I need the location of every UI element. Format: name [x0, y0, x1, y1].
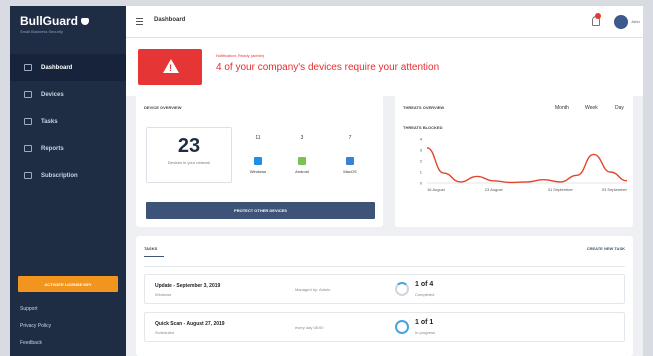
apple-icon	[346, 157, 354, 165]
series-line	[426, 147, 628, 184]
privacy-policy-link[interactable]: Privacy Policy	[20, 323, 51, 340]
os-windows[interactable]: 11 Windows	[240, 135, 276, 174]
x-tick-label: 16 August	[427, 187, 446, 192]
feedback-link[interactable]: Feedback	[20, 340, 51, 356]
os-count: 3	[300, 135, 304, 141]
card-title: DEVICE OVERVIEW	[144, 105, 182, 110]
sidebar-item-label: Tasks	[41, 118, 58, 125]
sidebar-item-tasks[interactable]: Tasks	[10, 108, 126, 135]
os-name: MacOS	[343, 169, 357, 174]
android-icon	[298, 157, 306, 165]
task-owner: Managed by: Admin	[295, 287, 331, 292]
reports-icon	[24, 145, 32, 152]
tasks-card: TASKS CREATE NEW TASK Update - September…	[136, 236, 633, 356]
tab-underline	[144, 256, 164, 257]
activate-license-button[interactable]: ACTIVATE LICENSE KEY	[18, 276, 118, 292]
table-row[interactable]: Quick Scan - August 27, 2019 Scheduled e…	[144, 312, 625, 342]
os-count: 11	[255, 135, 261, 141]
notification-badge	[595, 13, 601, 19]
table-row[interactable]: Update - September 3, 2019 Windows Manag…	[144, 274, 625, 304]
task-name: Update - September 3, 2019	[155, 283, 221, 289]
create-task-link[interactable]: CREATE NEW TASK	[587, 246, 625, 251]
sidebar-item-label: Reports	[41, 145, 64, 152]
menu-icon[interactable]	[136, 18, 143, 27]
avatar[interactable]	[614, 15, 628, 29]
dashboard-icon	[24, 64, 32, 71]
task-status: Completed	[415, 292, 435, 297]
y-tick-label: 0	[420, 181, 423, 186]
y-tick-label: 1	[420, 170, 423, 175]
sidebar: BullGuard Small Business Security Dashbo…	[10, 6, 126, 356]
sidebar-item-subscription[interactable]: Subscription	[10, 162, 126, 189]
topbar: Dashboard John	[126, 6, 643, 38]
brand-name: BullGuard	[20, 14, 79, 28]
user-name[interactable]: John	[631, 19, 640, 24]
sidebar-item-label: Subscription	[41, 172, 78, 179]
logo: BullGuard Small Business Security	[10, 6, 126, 42]
task-count: 1 of 4	[415, 281, 434, 288]
subscription-icon	[24, 172, 32, 179]
task-owner: every day 08:00	[295, 325, 324, 330]
sidebar-footer: Support Privacy Policy Feedback	[20, 306, 51, 356]
os-macos[interactable]: 7 MacOS	[332, 135, 368, 174]
task-type: Windows	[155, 292, 172, 297]
sidebar-item-label: Dashboard	[41, 64, 73, 71]
sidebar-item-dashboard[interactable]: Dashboard	[10, 54, 126, 81]
page-title: Dashboard	[154, 17, 186, 23]
tab-tasks[interactable]: TASKS	[144, 246, 157, 251]
device-overview-card: DEVICE OVERVIEW 23 Devices in your netwo…	[136, 95, 383, 227]
device-total-label: Devices in your network	[167, 160, 211, 165]
bull-icon	[81, 18, 90, 26]
divider	[144, 266, 625, 267]
task-type: Scheduled	[155, 330, 174, 335]
task-count: 1 of 1	[415, 319, 434, 326]
sidebar-item-devices[interactable]: Devices	[10, 81, 126, 108]
os-android[interactable]: 3 Android	[284, 135, 320, 174]
y-tick-label: 3	[420, 148, 423, 153]
tasks-icon	[24, 118, 32, 125]
threats-chart: 4 3 2 1 0 16 August 23 August 31 September 03 Se…	[420, 137, 628, 193]
monitor-icon	[24, 91, 32, 98]
task-name: Quick Scan - August 27, 2019	[155, 321, 225, 327]
brand-tagline: Small Business Security	[20, 29, 63, 34]
sidebar-nav: Dashboard Devices Tasks Reports Subscrip…	[10, 54, 126, 189]
windows-icon	[254, 157, 262, 165]
support-link[interactable]: Support	[20, 306, 51, 323]
sidebar-item-label: Devices	[41, 91, 64, 98]
alert-banner: ! Notification: Ready (admin) 4 of your …	[126, 38, 643, 96]
progress-ring-icon	[395, 320, 409, 334]
device-count-box[interactable]: 23 Devices in your network	[146, 127, 232, 183]
task-status: In progress	[415, 330, 436, 335]
os-name: Windows	[249, 169, 267, 174]
alert-message[interactable]: 4 of your company's devices require your…	[216, 62, 439, 73]
alert-subtext: Notification: Ready (admin)	[216, 53, 265, 58]
threats-overview-card: THREATS OVERVIEW Month Week Day THREATS …	[395, 95, 633, 227]
device-total: 23	[177, 135, 201, 157]
warning-icon: !	[138, 49, 202, 85]
os-count: 7	[348, 135, 352, 141]
x-tick-label: 23 August	[485, 187, 504, 192]
y-tick-label: 4	[420, 137, 423, 142]
protect-devices-button[interactable]: PROTECT OTHER DEVICES	[146, 202, 375, 219]
progress-ring-icon	[395, 282, 409, 296]
y-tick-label: 2	[420, 159, 423, 164]
x-tick-label: 31 September	[548, 187, 574, 192]
x-tick-label: 03 September	[602, 187, 628, 192]
os-name: Android	[295, 169, 309, 174]
sidebar-item-reports[interactable]: Reports	[10, 135, 126, 162]
